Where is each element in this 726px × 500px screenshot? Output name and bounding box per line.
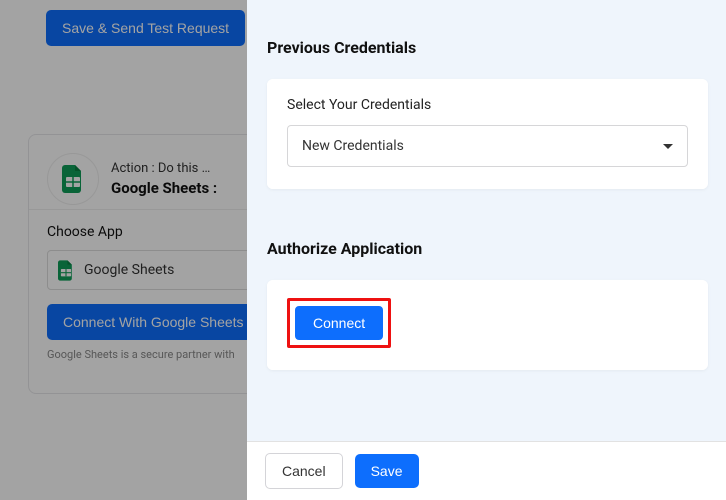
credentials-select[interactable]: New Credentials — [287, 125, 688, 167]
chevron-down-icon — [663, 144, 673, 149]
credentials-modal: Previous Credentials Select Your Credent… — [247, 0, 726, 500]
authorize-application-panel: Connect — [267, 280, 708, 370]
connect-button[interactable]: Connect — [295, 306, 383, 340]
modal-footer: Cancel Save — [247, 441, 726, 500]
save-button[interactable]: Save — [355, 454, 419, 488]
modal-body: Previous Credentials Select Your Credent… — [247, 0, 726, 441]
authorize-application-heading: Authorize Application — [267, 217, 708, 280]
credentials-select-value: New Credentials — [302, 138, 404, 154]
connect-highlight: Connect — [287, 298, 391, 348]
cancel-button[interactable]: Cancel — [265, 453, 343, 489]
authorize-application-body: Connect — [267, 280, 708, 370]
select-credentials-label: Select Your Credentials — [287, 97, 688, 113]
previous-credentials-heading: Previous Credentials — [267, 18, 708, 79]
previous-credentials-panel: Select Your Credentials New Credentials — [267, 79, 708, 189]
previous-credentials-body: Select Your Credentials New Credentials — [267, 79, 708, 189]
